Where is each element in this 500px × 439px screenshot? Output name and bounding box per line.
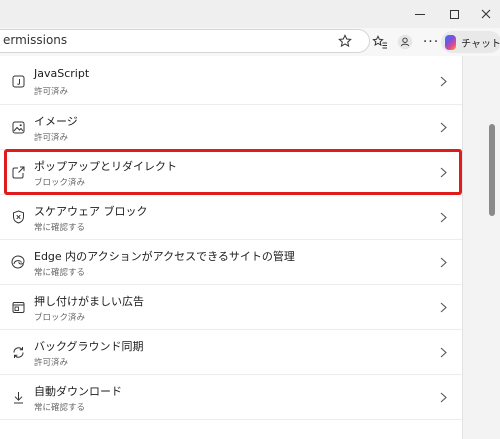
chevron-right-icon — [438, 74, 448, 88]
close-button[interactable] — [468, 0, 500, 28]
permission-row-javascript[interactable]: JavaScript 許可済み — [0, 59, 462, 104]
scrollbar-thumb[interactable] — [489, 124, 495, 216]
highlight-box — [4, 149, 462, 195]
image-icon — [11, 120, 25, 134]
address-text: ermissions — [3, 33, 68, 47]
permissions-list: JavaScript 許可済み イメージ 許可済み ポップアップとリダイレクト … — [0, 56, 463, 439]
chevron-right-icon — [438, 390, 448, 404]
download-icon — [11, 390, 25, 404]
permission-status: 許可済み — [34, 358, 69, 368]
permission-title: 押し付けがましい広告 — [34, 295, 144, 308]
profile-icon[interactable] — [394, 31, 416, 53]
settings-content: JavaScript 許可済み イメージ 許可済み ポップアップとリダイレクト … — [0, 56, 484, 439]
permission-status: 許可済み — [34, 87, 69, 97]
permission-row-scareware[interactable]: スケアウェア ブロック 常に確認する — [0, 194, 462, 239]
permission-title: イメージ — [34, 115, 78, 128]
permission-title: バックグラウンド同期 — [34, 340, 144, 353]
scrollbar[interactable] — [484, 56, 500, 439]
chevron-right-icon — [438, 345, 448, 359]
shield-icon — [11, 210, 25, 224]
edge-icon — [11, 255, 25, 269]
chevron-right-icon — [438, 120, 448, 134]
permission-row-ads[interactable]: 押し付けがましい広告 ブロック済み — [0, 284, 462, 329]
permission-status: 常に確認する — [34, 403, 86, 413]
permission-row-partial — [0, 419, 462, 439]
permission-title: Edge 内のアクションがアクセスできるサイトの管理 — [34, 250, 295, 263]
permission-title: JavaScript — [34, 67, 90, 80]
star-icon[interactable] — [337, 32, 353, 50]
permission-status: 常に確認する — [34, 268, 86, 278]
permission-row-edge-actions[interactable]: Edge 内のアクションがアクセスできるサイトの管理 常に確認する — [0, 239, 462, 284]
sync-icon — [11, 345, 25, 359]
chevron-right-icon — [438, 210, 448, 224]
javascript-icon — [11, 74, 25, 88]
address-bar[interactable]: ermissions — [0, 29, 370, 53]
permission-status: 許可済み — [34, 133, 69, 143]
permission-row-auto-download[interactable]: 自動ダウンロード 常に確認する — [0, 374, 462, 419]
favorites-icon[interactable] — [369, 31, 391, 53]
close-icon — [481, 9, 491, 19]
permission-title: スケアウェア ブロック — [34, 205, 148, 218]
chevron-right-icon — [438, 300, 448, 314]
browser-toolbar: ermissions ··· チャット — [0, 28, 500, 56]
ad-icon — [11, 300, 25, 314]
minimize-icon — [415, 13, 425, 15]
permission-title: 自動ダウンロード — [34, 385, 122, 398]
permission-row-background-sync[interactable]: バックグラウンド同期 許可済み — [0, 329, 462, 374]
minimize-button[interactable] — [402, 0, 438, 28]
more-icon[interactable]: ··· — [420, 31, 442, 53]
permission-row-images[interactable]: イメージ 許可済み — [0, 104, 462, 149]
title-bar — [0, 0, 500, 28]
copilot-label: チャット — [461, 38, 500, 50]
permission-status: ブロック済み — [34, 313, 86, 323]
copilot-button[interactable]: チャット — [441, 31, 500, 53]
maximize-icon — [449, 9, 459, 19]
permission-status: 常に確認する — [34, 223, 86, 233]
chevron-right-icon — [438, 255, 448, 269]
maximize-button[interactable] — [436, 0, 472, 28]
copilot-icon — [445, 34, 457, 50]
